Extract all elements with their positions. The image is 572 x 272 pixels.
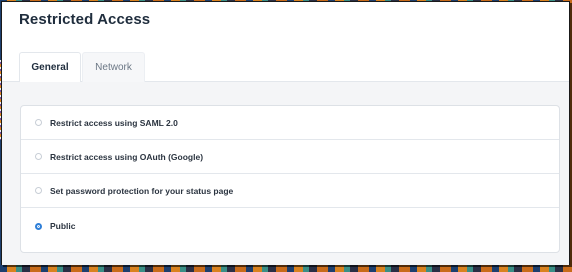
tab-panel-general: Restrict access using SAML 2.0 Restrict …	[2, 82, 569, 265]
option-password-protection-label: Set password protection for your status …	[50, 185, 234, 196]
option-saml-label: Restrict access using SAML 2.0	[50, 117, 178, 128]
radio-public[interactable]	[35, 222, 42, 230]
page-title: Restricted Access	[19, 11, 151, 28]
option-saml[interactable]: Restrict access using SAML 2.0	[21, 106, 559, 140]
tab-general[interactable]: General	[19, 52, 81, 83]
tab-network[interactable]: Network	[82, 52, 145, 83]
radio-saml[interactable]	[35, 119, 42, 126]
access-options-list: Restrict access using SAML 2.0 Restrict …	[20, 105, 560, 253]
tab-bar: General Network	[2, 52, 569, 83]
option-oauth-google-label: Restrict access using OAuth (Google)	[50, 151, 204, 162]
option-public[interactable]: Public	[21, 208, 559, 244]
option-password-protection[interactable]: Set password protection for your status …	[21, 174, 559, 208]
option-public-label: Public	[50, 221, 76, 231]
radio-password-protection[interactable]	[35, 187, 42, 194]
restricted-access-dialog: Restricted Access General Network Restri…	[1, 1, 570, 265]
dialog-header: Restricted Access	[2, 2, 569, 52]
radio-oauth-google[interactable]	[35, 153, 42, 160]
option-oauth-google[interactable]: Restrict access using OAuth (Google)	[21, 140, 559, 174]
